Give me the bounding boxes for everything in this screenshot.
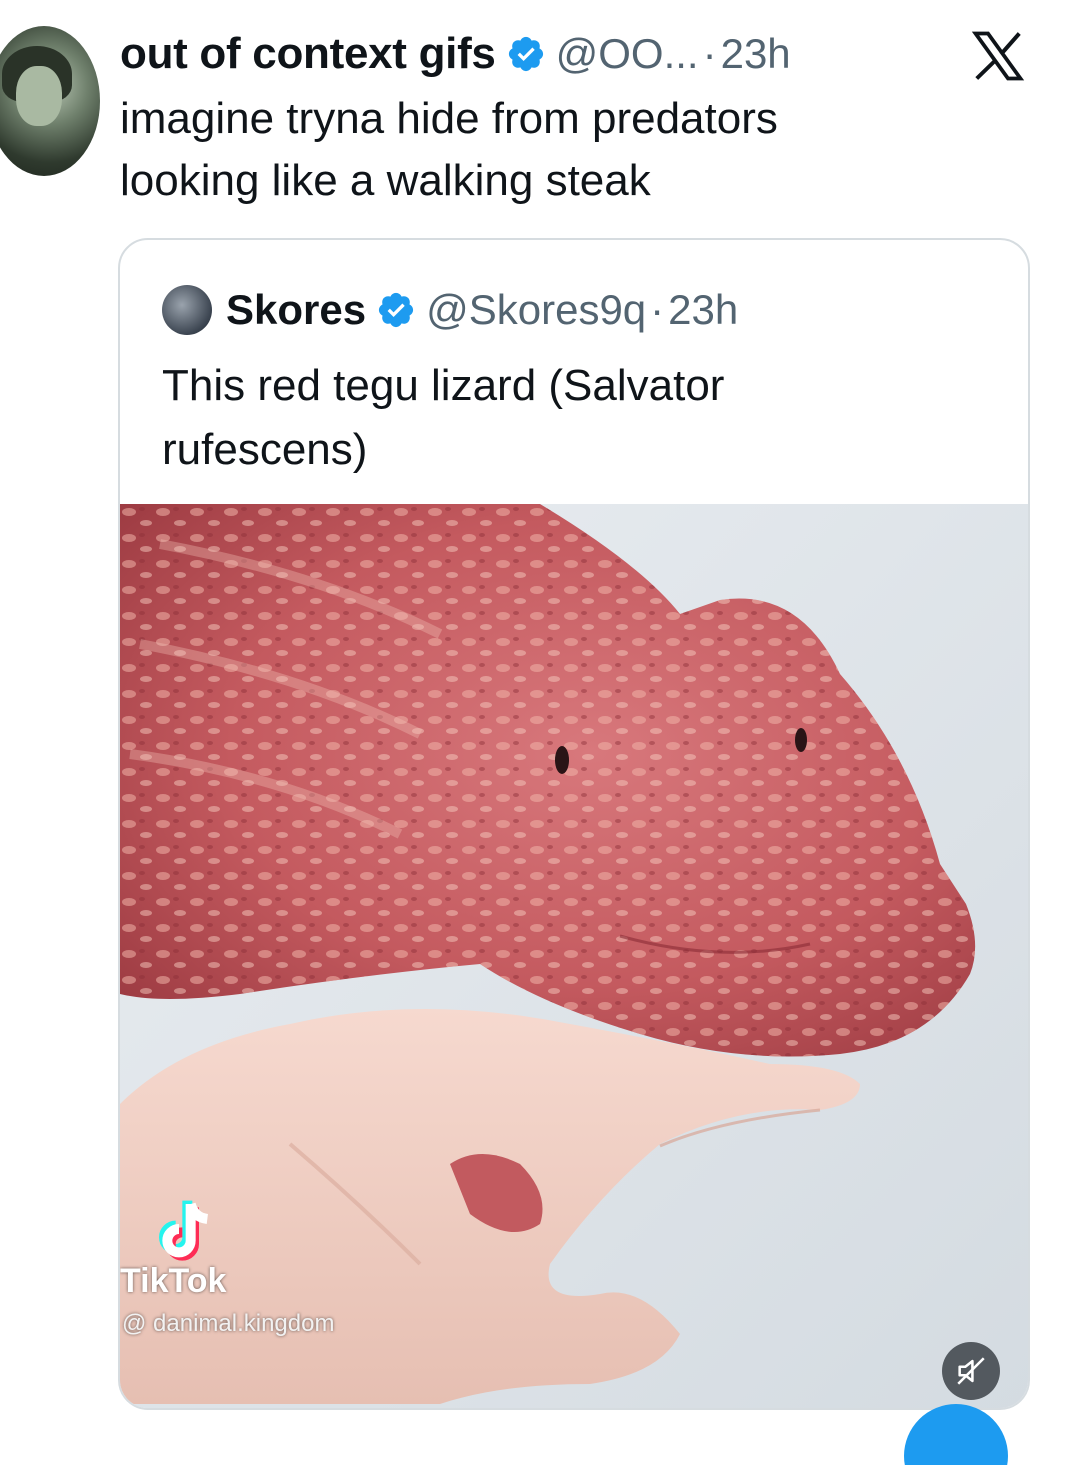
quoted-tweet-timestamp[interactable]: 23h	[668, 286, 738, 334]
quoted-tweet-text: This red tegu lizard (Salvator rufescens…	[162, 354, 982, 482]
x-logo-icon[interactable]	[968, 26, 1028, 86]
mute-toggle-button[interactable]	[942, 1342, 1000, 1400]
avatar-face	[16, 66, 62, 126]
quoted-tweet-text-line: rufescens)	[162, 425, 368, 474]
tweet-header: out of context gifs @OO... · 23h	[120, 24, 791, 84]
quoted-tweet-text-line: This red tegu lizard (Salvator	[162, 361, 725, 410]
quoted-author-handle[interactable]: @Skores9q	[426, 286, 646, 334]
lizard-video-frame	[120, 504, 1028, 1408]
quoted-author-display-name[interactable]: Skores	[226, 286, 366, 334]
verified-badge-icon	[376, 290, 416, 330]
quoted-tweet-card[interactable]: Skores @Skores9q · 23h This red tegu liz…	[118, 238, 1030, 1410]
quoted-author-avatar[interactable]	[162, 285, 212, 335]
tweet-text-line: imagine tryna hide from predators	[120, 94, 778, 143]
floating-compose-button[interactable]	[904, 1404, 1008, 1465]
verified-badge-icon	[506, 34, 546, 74]
quoted-tweet-header: Skores @Skores9q · 23h	[162, 282, 738, 338]
speaker-muted-icon	[957, 1357, 985, 1385]
tiktok-watermark-user: @ danimal.kingdom	[122, 1310, 335, 1337]
author-avatar[interactable]	[0, 26, 100, 176]
author-display-name[interactable]: out of context gifs	[120, 29, 496, 79]
tweet-timestamp[interactable]: 23h	[721, 30, 791, 78]
video-media[interactable]: TikTok @ danimal.kingdom	[120, 504, 1028, 1408]
tweet: out of context gifs @OO... · 23h imagine…	[0, 0, 1080, 1465]
separator-dot: ·	[702, 30, 717, 77]
tiktok-watermark-name: TikTok	[120, 1262, 227, 1300]
author-handle[interactable]: @OO...	[556, 30, 699, 78]
lizard-eye	[795, 728, 807, 752]
tweet-text-line: looking like a walking steak	[120, 156, 651, 205]
lizard-eye	[555, 746, 569, 774]
tweet-text: imagine tryna hide from predators lookin…	[120, 88, 1020, 212]
separator-dot: ·	[650, 286, 665, 333]
